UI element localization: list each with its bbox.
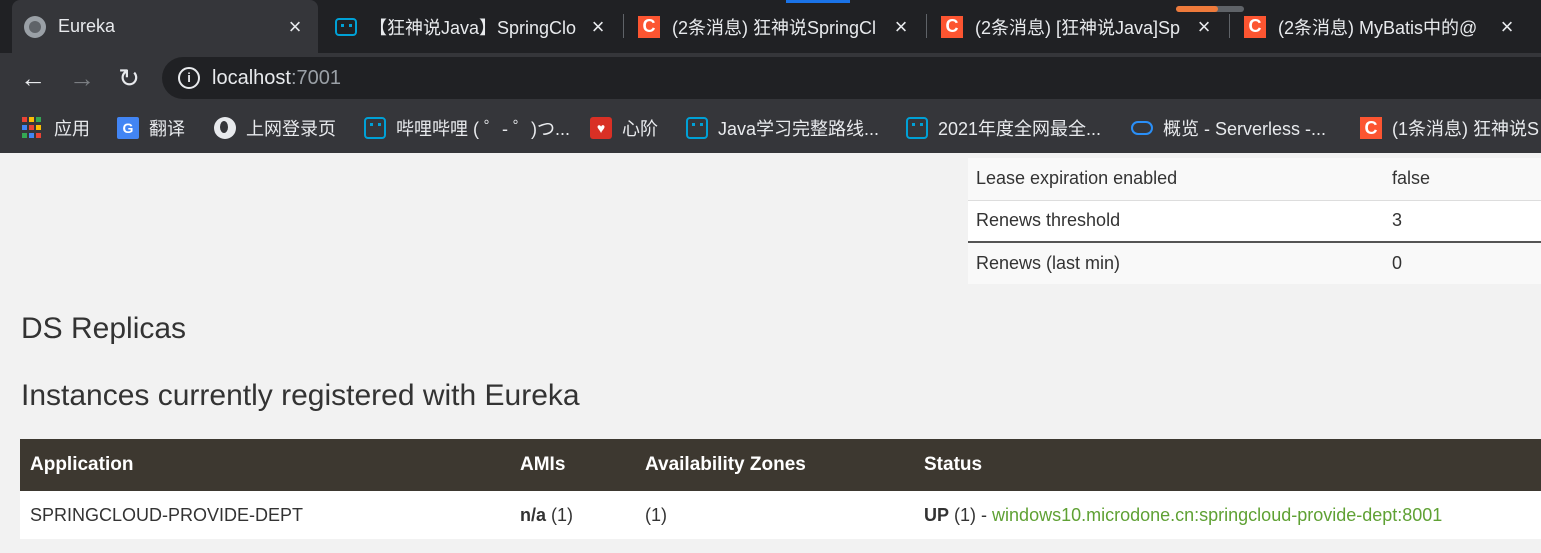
url-host: localhost [212, 67, 291, 89]
browser-toolbar: ← → ↻ i localhost:7001 [0, 53, 1541, 103]
bookmark-label: 翻译 [149, 119, 185, 139]
lease-label: Renews (last min) [976, 253, 1121, 273]
ami-value: n/a [520, 504, 547, 525]
globe-icon [214, 117, 236, 139]
csdn-icon: C [941, 15, 963, 38]
bookmark-xinjie[interactable]: ♥ 心阶 [590, 103, 658, 153]
csdn-icon: C [1360, 117, 1382, 139]
tab-bilibili[interactable]: 【狂神说Java】SpringClo × [323, 0, 621, 53]
tab-strip: Eureka × 【狂神说Java】SpringClo × C (2条消息) 狂… [0, 0, 1541, 53]
lease-value: false [1392, 168, 1431, 189]
csdn-icon: C [1244, 15, 1266, 38]
bookmark-2021[interactable]: 2021年度全网最全... [906, 103, 1101, 153]
globe-icon [24, 15, 46, 38]
forward-button[interactable]: → [68, 64, 96, 92]
bilibili-icon [686, 117, 708, 139]
tab-highlight [786, 0, 850, 3]
close-icon[interactable]: × [1496, 14, 1518, 40]
lease-label: Lease expiration enabled [976, 168, 1178, 189]
close-icon[interactable]: × [890, 14, 912, 40]
ds-replicas-heading: DS Replicas [21, 312, 187, 345]
tab-divider [1229, 14, 1230, 38]
bookmark-bilibili[interactable]: 哔哩哔哩 ( ゜- ゜)つ... [364, 103, 570, 153]
lease-value: 0 [1392, 253, 1403, 273]
zones-value: (1) [645, 504, 667, 525]
bookmark-login-page[interactable]: 上网登录页 [214, 103, 336, 153]
ami-cell: n/a (1) [510, 491, 635, 539]
bookmarks-bar: 应用 G 翻译 上网登录页 哔哩哔哩 ( ゜- ゜)つ... ♥ 心阶 Java… [0, 103, 1541, 153]
bookmark-csdn[interactable]: C (1条消息) 狂神说S [1360, 103, 1539, 153]
bookmark-serverless[interactable]: 概览 - Serverless -... [1131, 103, 1326, 153]
tab-divider [926, 14, 927, 38]
csdn-icon: C [638, 15, 660, 38]
lease-label: Renews threshold [976, 210, 1121, 231]
app-name: SPRINGCLOUD-PROVIDE-DEPT [30, 504, 304, 525]
table-header-row: Application AMIs Availability Zones Stat… [20, 439, 1541, 491]
tab-eureka[interactable]: Eureka × [12, 0, 318, 53]
table-row: Lease expiration enabled false [968, 158, 1541, 200]
bookmark-apps[interactable]: 应用 [22, 103, 90, 153]
apps-icon [22, 117, 44, 139]
bilibili-icon [364, 117, 386, 139]
address-bar[interactable]: i localhost:7001 [162, 57, 1541, 99]
tab-title: 【狂神说Java】SpringClo [369, 17, 577, 38]
bilibili-icon [335, 17, 357, 36]
instances-heading: Instances currently registered with Eure… [21, 379, 580, 412]
bookmark-label: 哔哩哔哩 ( ゜- ゜)つ... [396, 119, 570, 139]
bookmark-label: 上网登录页 [246, 119, 336, 139]
close-icon[interactable]: × [284, 14, 306, 40]
col-status: Status [924, 454, 983, 475]
tab-title: (2条消息) 狂神说SpringCl [672, 17, 877, 38]
table-row: Renews threshold 3 [968, 200, 1541, 242]
table-row: SPRINGCLOUD-PROVIDE-DEPT n/a (1) (1) UP … [20, 491, 1541, 539]
tab-title: (2条消息) MyBatis中的@ [1278, 17, 1478, 38]
table-row: Renews (last min) 0 [968, 242, 1541, 284]
url-port: :7001 [290, 67, 341, 89]
translate-icon: G [117, 117, 139, 139]
reload-button[interactable]: ↻ [115, 64, 143, 92]
loading-indicator [1176, 6, 1244, 12]
tab-divider [623, 14, 624, 38]
url-text[interactable]: localhost:7001 [212, 67, 341, 90]
status-badge: UP [924, 504, 950, 525]
bookmark-label: 2021年度全网最全... [938, 119, 1102, 139]
close-icon[interactable]: × [587, 14, 609, 40]
tab-title: (2条消息) [狂神说Java]Sp [975, 17, 1181, 38]
bookmark-translate[interactable]: G 翻译 [117, 103, 185, 153]
col-amis: AMIs [520, 454, 566, 475]
status-count: (1) - [954, 504, 988, 525]
cloud-icon [1131, 121, 1153, 135]
bookmark-java-route[interactable]: Java学习完整路线... [686, 103, 879, 153]
instances-table: Application AMIs Availability Zones Stat… [20, 439, 1541, 539]
heart-icon: ♥ [590, 117, 612, 139]
ami-count: (1) [551, 504, 574, 525]
bookmark-label: Java学习完整路线... [718, 119, 880, 139]
close-icon[interactable]: × [1193, 14, 1215, 40]
status-cell: UP (1) - windows10.microdone.cn:springcl… [914, 491, 1541, 539]
tab-title: Eureka [58, 16, 116, 36]
tab-csdn-3[interactable]: C (2条消息) MyBatis中的@ × [1232, 0, 1530, 53]
lease-value: 3 [1392, 210, 1403, 231]
bilibili-icon [906, 117, 928, 139]
back-button[interactable]: ← [19, 64, 47, 92]
col-availability-zones: Availability Zones [645, 454, 806, 475]
info-icon[interactable]: i [178, 67, 200, 89]
page-content: Lease expiration enabled false Renews th… [0, 155, 1541, 553]
bookmark-label: (1条消息) 狂神说S [1392, 119, 1540, 139]
bookmark-label: 应用 [54, 119, 90, 139]
tab-csdn-1[interactable]: C (2条消息) 狂神说SpringCl × [626, 0, 924, 53]
lease-info-table: Lease expiration enabled false Renews th… [968, 158, 1541, 284]
bookmark-label: 概览 - Serverless -... [1163, 119, 1327, 139]
instance-link[interactable]: windows10.microdone.cn:springcloud-provi… [992, 505, 1442, 525]
col-application: Application [30, 454, 134, 475]
bookmark-label: 心阶 [622, 119, 658, 139]
